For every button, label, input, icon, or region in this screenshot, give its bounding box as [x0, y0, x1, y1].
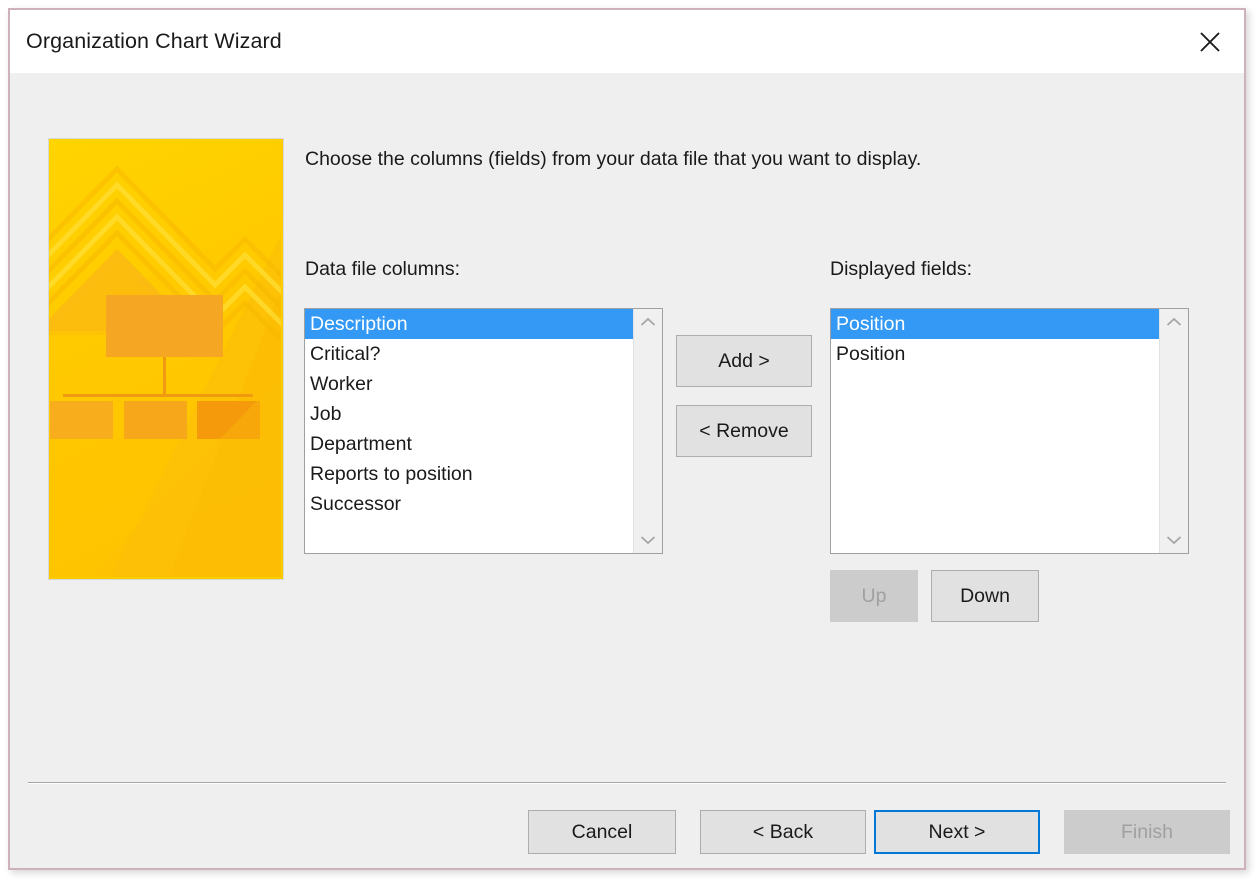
desktop-background: Organization Chart Wizard Choose the col…: [0, 0, 1256, 886]
displayed-fields-label: Displayed fields:: [830, 258, 972, 280]
scroll-up-icon[interactable]: [1160, 309, 1188, 335]
list-item[interactable]: Department: [305, 429, 633, 459]
list-item[interactable]: Critical?: [305, 339, 633, 369]
window-title: Organization Chart Wizard: [26, 29, 282, 53]
instruction-text: Choose the columns (fields) from your da…: [305, 148, 922, 170]
data-file-columns-label: Data file columns:: [305, 258, 460, 280]
data-file-columns-scrollbar[interactable]: [633, 309, 662, 553]
list-item[interactable]: Reports to position: [305, 459, 633, 489]
organization-chart-wizard-dialog: Organization Chart Wizard Choose the col…: [8, 8, 1246, 870]
back-button[interactable]: < Back: [700, 810, 866, 854]
scrollbar-track[interactable]: [1160, 335, 1188, 527]
move-down-button[interactable]: Down: [931, 570, 1039, 622]
list-item[interactable]: Job: [305, 399, 633, 429]
close-icon[interactable]: [1182, 20, 1238, 64]
finish-button[interactable]: Finish: [1064, 810, 1230, 854]
displayed-fields-scrollbar[interactable]: [1159, 309, 1188, 553]
scrollbar-track[interactable]: [634, 335, 662, 527]
dialog-body: Choose the columns (fields) from your da…: [10, 73, 1244, 868]
scroll-down-icon[interactable]: [634, 527, 662, 553]
move-up-button[interactable]: Up: [830, 570, 918, 622]
displayed-fields-list: Position Position: [831, 309, 1159, 553]
footer-separator: [28, 782, 1226, 784]
list-item[interactable]: Position: [831, 309, 1159, 339]
wizard-banner-image: [48, 138, 284, 580]
title-bar: Organization Chart Wizard: [10, 10, 1244, 73]
add-button[interactable]: Add >: [676, 335, 812, 387]
remove-button[interactable]: < Remove: [676, 405, 812, 457]
cancel-button[interactable]: Cancel: [528, 810, 676, 854]
data-file-columns-listbox[interactable]: Description Critical? Worker Job Departm…: [304, 308, 663, 554]
displayed-fields-listbox[interactable]: Position Position: [830, 308, 1189, 554]
scroll-up-icon[interactable]: [634, 309, 662, 335]
list-item[interactable]: Successor: [305, 489, 633, 519]
data-file-columns-list: Description Critical? Worker Job Departm…: [305, 309, 633, 553]
scroll-down-icon[interactable]: [1160, 527, 1188, 553]
list-item[interactable]: Worker: [305, 369, 633, 399]
list-item[interactable]: Position: [831, 339, 1159, 369]
next-button[interactable]: Next >: [874, 810, 1040, 854]
list-item[interactable]: Description: [305, 309, 633, 339]
